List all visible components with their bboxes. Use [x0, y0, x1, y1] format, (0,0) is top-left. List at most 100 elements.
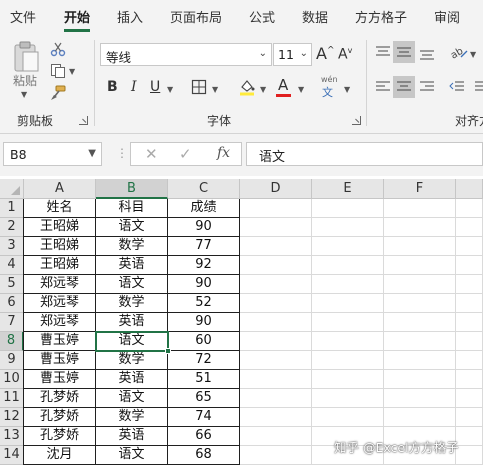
row-header-9[interactable]: 9	[0, 351, 24, 370]
formula-input[interactable]: 语文	[246, 142, 483, 166]
cell-c12[interactable]: 74	[168, 408, 240, 427]
tab-formulas[interactable]: 公式	[249, 7, 275, 29]
underline-button[interactable]: U	[150, 79, 160, 95]
cell-b10[interactable]: 英语	[96, 370, 168, 389]
cell-f4[interactable]	[384, 256, 456, 275]
row-header-4[interactable]: 4	[0, 256, 24, 275]
phonetic-top[interactable]: wén	[321, 75, 338, 84]
clipboard-launcher-icon[interactable]	[79, 116, 88, 125]
cell-c3[interactable]: 77	[168, 237, 240, 256]
borders-caret-icon[interactable]: ▼	[212, 85, 218, 94]
cell-b8[interactable]: 语文	[96, 332, 168, 351]
cell-a6[interactable]: 郑远琴	[24, 294, 96, 313]
cell-c1[interactable]: 成绩	[168, 199, 240, 218]
cell-b5[interactable]: 语文	[96, 275, 168, 294]
cell-overflow[interactable]	[456, 313, 483, 332]
font-color-button[interactable]: A	[278, 76, 288, 94]
tab-page-layout[interactable]: 页面布局	[170, 7, 222, 29]
bold-button[interactable]: B	[107, 79, 118, 95]
cell-overflow[interactable]	[456, 351, 483, 370]
tab-data[interactable]: 数据	[302, 7, 328, 29]
cell-e11[interactable]	[312, 389, 384, 408]
tab-home[interactable]: 开始	[64, 7, 91, 32]
tab-review[interactable]: 审阅	[434, 7, 460, 29]
column-header-next[interactable]	[456, 179, 483, 199]
align-left-icon[interactable]	[375, 80, 391, 94]
cell-a9[interactable]: 曹玉婷	[24, 351, 96, 370]
align-right-icon[interactable]	[419, 80, 435, 94]
cell-overflow[interactable]	[456, 370, 483, 389]
cell-a10[interactable]: 曹玉婷	[24, 370, 96, 389]
cancel-button[interactable]: ✕	[145, 145, 158, 163]
format-painter-icon[interactable]	[50, 85, 66, 101]
cell-f5[interactable]	[384, 275, 456, 294]
orientation-caret-icon[interactable]: ▼	[470, 50, 476, 59]
cell-d10[interactable]	[240, 370, 312, 389]
row-header-10[interactable]: 10	[0, 370, 24, 389]
orientation-icon[interactable]: ab	[449, 44, 469, 60]
align-center-button[interactable]	[393, 76, 415, 98]
insert-function-button[interactable]: fx	[217, 145, 230, 161]
cell-d1[interactable]	[240, 199, 312, 218]
tab-insert[interactable]: 插入	[117, 7, 143, 29]
cell-f11[interactable]	[384, 389, 456, 408]
row-header-13[interactable]: 13	[0, 427, 24, 446]
column-header-d[interactable]: D	[240, 179, 312, 199]
italic-button[interactable]: I	[131, 79, 137, 95]
font-launcher-icon[interactable]	[352, 116, 361, 125]
cell-a8[interactable]: 曹玉婷	[24, 332, 96, 351]
column-header-b[interactable]: B	[96, 179, 168, 199]
cell-overflow[interactable]	[456, 294, 483, 313]
cell-d11[interactable]	[240, 389, 312, 408]
cell-d3[interactable]	[240, 237, 312, 256]
copy-caret-icon[interactable]: ▼	[69, 67, 75, 76]
cell-e3[interactable]	[312, 237, 384, 256]
tab-file[interactable]: 文件	[10, 7, 36, 29]
cell-overflow[interactable]	[456, 256, 483, 275]
phonetic-bottom[interactable]: 文	[322, 84, 333, 100]
fill-handle[interactable]	[165, 348, 171, 354]
cell-e10[interactable]	[312, 370, 384, 389]
cell-overflow[interactable]	[456, 408, 483, 427]
row-header-7[interactable]: 7	[0, 313, 24, 332]
phonetic-caret-icon[interactable]: ▼	[344, 85, 350, 94]
row-header-6[interactable]: 6	[0, 294, 24, 313]
cell-f12[interactable]	[384, 408, 456, 427]
cell-f3[interactable]	[384, 237, 456, 256]
cell-c4[interactable]: 92	[168, 256, 240, 275]
cell-e1[interactable]	[312, 199, 384, 218]
cell-f2[interactable]	[384, 218, 456, 237]
cell-c5[interactable]: 90	[168, 275, 240, 294]
cut-icon[interactable]	[50, 41, 66, 57]
middle-align-button[interactable]	[393, 41, 415, 63]
column-header-c[interactable]: C	[168, 179, 240, 199]
cell-overflow[interactable]	[456, 446, 483, 465]
cell-e2[interactable]	[312, 218, 384, 237]
cell-e7[interactable]	[312, 313, 384, 332]
select-all-button[interactable]	[0, 179, 24, 199]
row-header-12[interactable]: 12	[0, 408, 24, 427]
cell-a7[interactable]: 郑远琴	[24, 313, 96, 332]
cell-c10[interactable]: 51	[168, 370, 240, 389]
cell-c7[interactable]: 90	[168, 313, 240, 332]
cell-b3[interactable]: 数学	[96, 237, 168, 256]
cell-a13[interactable]: 孔梦娇	[24, 427, 96, 446]
font-size-select[interactable]: 11 ⌄	[273, 43, 312, 66]
grow-font-button[interactable]: A^	[316, 44, 335, 63]
top-align-icon[interactable]	[375, 45, 391, 59]
column-header-f[interactable]: F	[384, 179, 456, 199]
cell-a2[interactable]: 王昭娣	[24, 218, 96, 237]
cell-f6[interactable]	[384, 294, 456, 313]
cell-b9[interactable]: 数学	[96, 351, 168, 370]
cell-a14[interactable]: 沈月	[24, 446, 96, 465]
cell-e8[interactable]	[312, 332, 384, 351]
cell-overflow[interactable]	[456, 199, 483, 218]
shrink-font-button[interactable]: Av	[338, 46, 352, 63]
bottom-align-icon[interactable]	[419, 47, 435, 61]
cell-c2[interactable]: 90	[168, 218, 240, 237]
paste-label[interactable]: 粘贴	[13, 72, 37, 89]
cell-e12[interactable]	[312, 408, 384, 427]
cell-e6[interactable]	[312, 294, 384, 313]
cell-overflow[interactable]	[456, 218, 483, 237]
fill-color-icon[interactable]	[238, 78, 256, 96]
